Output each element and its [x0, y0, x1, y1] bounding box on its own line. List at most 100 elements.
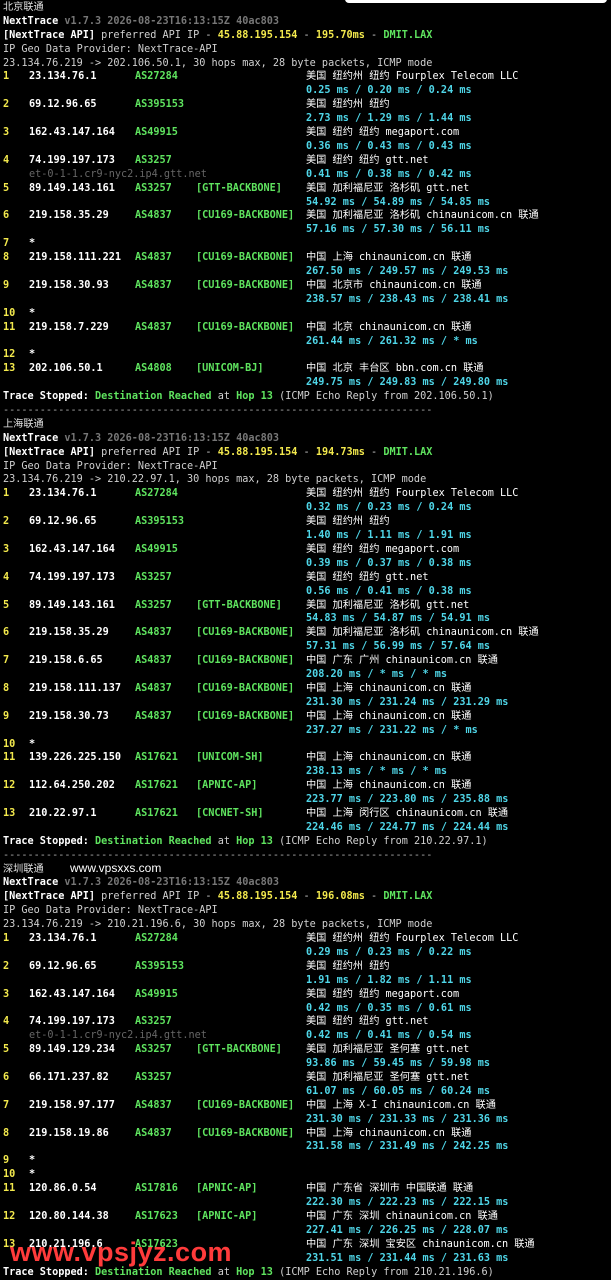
hop-row: 12 120.80.144.38 AS17623 [APNIC-AP] 中国 广东 深圳… [3, 1210, 611, 1238]
hop-geo: 美国 加利福尼亚 圣何塞 gtt.net [306, 1044, 470, 1056]
hop-rtt: 222.30 ms / 222.23 ms / 222.15 ms [306, 1197, 509, 1209]
api-line: [NextTrace API] preferred API IP - 45.88… [3, 446, 433, 458]
hop-rtt: 267.50 ms / 249.57 ms / 249.53 ms [306, 266, 509, 278]
terminal-output[interactable]: 北京联通 NextTrace v1.7.3 2026-08-23T16:13:15… [3, 1, 611, 1279]
hop-number: 12 [3, 349, 16, 361]
hop-rtt: 0.25 ms / 0.20 ms / 0.24 ms [306, 85, 472, 97]
hop-rtt: 0.39 ms / 0.37 ms / 0.38 ms [306, 557, 472, 569]
hop-number: 8 [3, 252, 10, 264]
hop-tag: [CU169-BACKBONE] [196, 1099, 295, 1111]
api-mid: preferred API IP - [95, 29, 218, 41]
hop-asn: AS4837 [135, 321, 172, 333]
hop-asn: AS4837 [135, 655, 172, 667]
hop-rtt: 231.58 ms / 231.49 ms / 242.25 ms [306, 1141, 509, 1153]
hop-ip: 89.149.143.161 [29, 599, 115, 611]
hop-asn: AS27284 [135, 71, 178, 83]
hop-tag: [CNCNET-SH] [196, 807, 264, 819]
hop-number: 13 [3, 807, 16, 819]
hop-row: 3 162.43.147.164 AS49915 美国 纽约 纽约 megaport.… [3, 988, 611, 1016]
hop-geo: 美国 加利福尼亚 圣何塞 gtt.net [306, 1072, 470, 1083]
hop-rtt: 0.42 ms / 0.35 ms / 0.61 ms [306, 1002, 472, 1014]
hop-number: 10 [3, 738, 16, 750]
api-mid: preferred API IP - [95, 446, 218, 458]
hop-geo: 中国 北京 丰台区 bbn.com.cn 联通 [306, 363, 484, 375]
api-ip: 45.88.195.154 [217, 446, 298, 458]
hop-row: 9 219.158.30.73 AS4837 [CU169-BACKBONE] 中国 上… [3, 710, 611, 738]
geo-provider: IP Geo Data Provider: NextTrace-API [3, 43, 218, 55]
hop-geo: 中国 上海 闵行区 chinaunicom.cn 联通 [306, 807, 509, 819]
hop-ip: 89.149.129.234 [29, 1044, 115, 1056]
hop-ip: 219.158.97.177 [29, 1099, 115, 1111]
api-ip: 45.88.195.154 [217, 29, 298, 41]
hop-asn: AS3257 [135, 182, 172, 194]
hop-number: 13 [3, 363, 16, 375]
hop-row: 2 69.12.96.65 AS395153 美国 纽约州 纽约 1.91 ms / 1… [3, 960, 611, 988]
hop-row: 5 89.149.129.234 AS3257 [GTT-BACKBONE] 美国 加利… [3, 1043, 611, 1071]
trace-stopped-label: Trace Stopped: [3, 835, 89, 847]
trace-section: 深圳联通 NextTrace v1.7.3 2026-08-23T16:13:15… [3, 863, 611, 1280]
hop-ip: 66.171.237.82 [29, 1072, 109, 1083]
hop-tag: [UNICOM-BJ] [196, 363, 264, 375]
hop-number: 6 [3, 627, 10, 639]
api-suffix: DMIT.LAX [383, 446, 433, 458]
hop-number: 12 [3, 780, 16, 792]
hop-asn: AS395153 [135, 960, 185, 972]
stop-hop: Hop 13 [236, 391, 273, 403]
hop-asn: AS49915 [135, 543, 178, 555]
api-latency: 195.70ms [315, 29, 365, 41]
hop-asn: AS49915 [135, 127, 178, 139]
hop-number: 10 [3, 307, 16, 319]
api-prefix: [NextTrace API] [3, 29, 96, 41]
hop-number: 4 [3, 1016, 10, 1028]
hop-row: 12 112.64.250.202 AS17621 [APNIC-AP] 中国 上海 c… [3, 779, 611, 807]
trace-stopped-label: Trace Stopped: [3, 1266, 89, 1278]
hop-row: 10 * [3, 738, 611, 752]
stop-tail: (ICMP Echo Reply from 210.22.97.1) [279, 835, 488, 847]
hop-geo: 中国 上海 chinaunicom.cn 联通 [306, 252, 472, 264]
hop-tag: [CU169-BACKBONE] [196, 252, 295, 264]
trace-command: 23.134.76.219 -> 210.21.196.6, 30 hops m… [3, 919, 433, 931]
hop-number: 5 [3, 182, 10, 194]
hop-row: 8 219.158.19.86 AS4837 [CU169-BACKBONE] 中国 上… [3, 1127, 611, 1155]
hop-row: 3 162.43.147.164 AS49915 美国 纽约 纽约 megaport.… [3, 543, 611, 571]
hop-geo: 美国 纽约州 纽约 Fourplex Telecom LLC [306, 71, 519, 83]
hop-row: 7 219.158.6.65 AS4837 [CU169-BACKBONE] 中国 广东… [3, 654, 611, 682]
hop-asn: AS3257 [135, 1016, 172, 1028]
hop-geo: 中国 上海 chinaunicom.cn 联通 [306, 752, 472, 764]
hop-row: 4 74.199.197.173 AS3257 美国 纽约 纽约 gtt.net 0.5… [3, 571, 611, 599]
hop-row: 4 74.199.197.173 AS3257 美国 纽约 纽约 gtt.net 0.4… [3, 154, 611, 182]
hop-tag: [CU169-BACKBONE] [196, 1127, 295, 1139]
at-text: at [211, 1266, 237, 1278]
api-prefix: [NextTrace API] [3, 891, 96, 903]
hop-rtt: 223.77 ms / 223.80 ms / 235.88 ms [306, 794, 509, 806]
hop-ip: 219.158.7.229 [29, 321, 109, 333]
hop-number: 11 [3, 1183, 16, 1195]
hop-asn: AS4808 [135, 363, 172, 375]
hop-number: 2 [3, 960, 10, 972]
hop-number: 6 [3, 1072, 10, 1083]
hop-tag: [APNIC-AP] [196, 1210, 258, 1222]
hop-geo: 美国 纽约 纽约 megaport.com [306, 543, 460, 555]
trace-command: 23.134.76.219 -> 210.22.97.1, 30 hops ma… [3, 474, 427, 486]
hop-geo: 美国 纽约州 纽约 Fourplex Telecom LLC [306, 488, 519, 500]
hop-asn: AS3257 [135, 1072, 172, 1083]
hop-tag: [GTT-BACKBONE] [196, 599, 282, 611]
stop-hop: Hop 13 [236, 835, 273, 847]
trace-stopped-line: Trace Stopped: Destination Reached at Ho… [3, 835, 611, 849]
hop-number: 9 [3, 1155, 10, 1167]
trace-stopped-line: Trace Stopped: Destination Reached at Ho… [3, 1266, 611, 1280]
stop-hop: Hop 13 [236, 1266, 273, 1278]
hop-rtt: 1.40 ms / 1.11 ms / 1.91 ms [306, 530, 472, 542]
hop-row: 4 74.199.197.173 AS3257 美国 纽约 纽约 gtt.net 0.4… [3, 1015, 611, 1043]
hop-row: 7 * [3, 237, 611, 251]
hop-asn: AS3257 [135, 599, 172, 611]
hop-rtt: 238.57 ms / 238.43 ms / 238.41 ms [306, 293, 509, 305]
hop-row: 2 69.12.96.65 AS395153 美国 纽约州 纽约 2.73 ms / 1… [3, 98, 611, 126]
hop-row: 12 * [3, 348, 611, 362]
hop-number: 12 [3, 1210, 16, 1222]
hop-row: 1 23.134.76.1 AS27284 美国 纽约州 纽约 Fourplex Te… [3, 932, 611, 960]
trace-section: 北京联通 NextTrace v1.7.3 2026-08-23T16:13:15… [3, 1, 611, 418]
hop-tag: [CU169-BACKBONE] [196, 655, 295, 667]
hop-geo: 美国 纽约 纽约 megaport.com [306, 988, 460, 1000]
api-latency: 194.73ms [315, 446, 365, 458]
